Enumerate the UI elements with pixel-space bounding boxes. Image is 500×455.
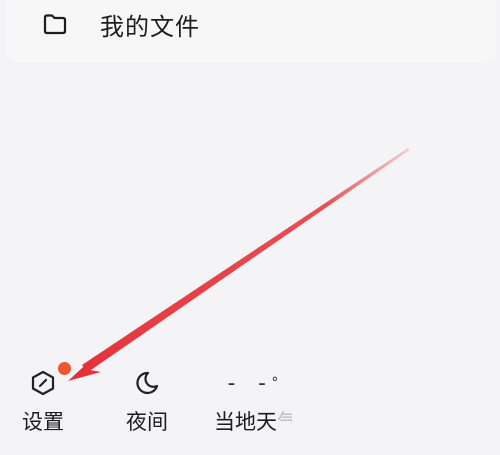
weather-degree-symbol: ° [270, 375, 282, 391]
my-files-card: 我的文件 [6, 0, 496, 62]
settings-button[interactable]: 设置 [18, 362, 71, 436]
weather-value-wrap: - - ° [225, 368, 281, 398]
settings-label: 设置 [22, 410, 64, 434]
weather-label-wrap: 当地天气 [214, 406, 292, 436]
folder-icon [42, 11, 68, 37]
weather-value: - - [224, 370, 271, 396]
night-icon-wrap [134, 368, 160, 398]
local-weather-button[interactable]: - - ° 当地天气 [208, 368, 298, 436]
weather-label: 当地天 [214, 410, 277, 434]
arrow-shaft [82, 148, 410, 372]
night-label: 夜间 [126, 410, 168, 434]
night-mode-button[interactable]: 夜间 [120, 368, 174, 436]
notification-badge-dot [58, 362, 71, 375]
moon-icon [136, 371, 159, 395]
weather-label-faded: 气 [277, 410, 292, 434]
settings-icon-wrap [30, 362, 71, 398]
my-files-label: 我的文件 [100, 12, 200, 41]
hexagon-settings-icon [31, 370, 55, 396]
arrow-head [68, 356, 101, 381]
my-files-menu-item[interactable]: 我的文件 [42, 6, 200, 42]
